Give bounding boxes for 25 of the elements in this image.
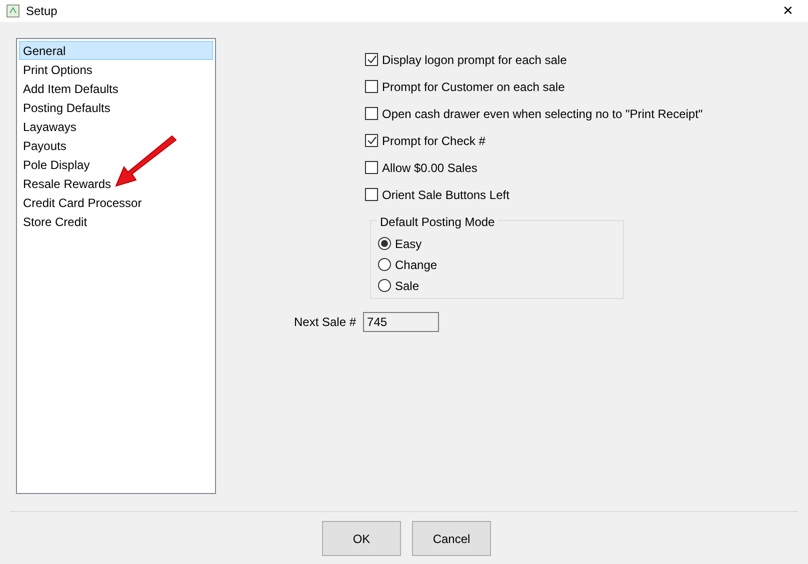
list-item[interactable]: Store Credit: [19, 212, 213, 231]
list-item[interactable]: Resale Rewards: [19, 174, 213, 193]
list-item[interactable]: Credit Card Processor: [19, 193, 213, 212]
list-item[interactable]: Print Options: [19, 60, 213, 79]
list-item[interactable]: Pole Display: [19, 155, 213, 174]
radio-label: Change: [395, 256, 438, 274]
checkbox-label: Display logon prompt for each sale: [382, 52, 567, 68]
checkbox-label: Prompt for Customer on each sale: [382, 78, 565, 96]
list-item[interactable]: General: [19, 41, 213, 60]
cancel-button[interactable]: Cancel: [412, 521, 491, 556]
checkbox-label: Prompt for Check #: [382, 132, 486, 150]
list-item[interactable]: Payouts: [19, 136, 213, 155]
ok-button[interactable]: OK: [322, 521, 401, 556]
list-item[interactable]: Layaways: [19, 117, 213, 136]
radio-label: Easy: [395, 236, 422, 252]
close-button[interactable]: ✕: [768, 1, 808, 21]
next-sale-label: Next Sale #: [294, 314, 356, 331]
list-item[interactable]: Posting Defaults: [19, 98, 213, 117]
next-sale-field[interactable]: 745: [363, 312, 440, 332]
window-title: Setup: [26, 3, 58, 20]
list-item[interactable]: Add Item Defaults: [19, 79, 213, 98]
checkbox-label: Allow $0.00 Sales: [382, 160, 478, 176]
radio-label: Sale: [395, 278, 420, 294]
checkbox-label: Orient Sale Buttons Left: [382, 186, 510, 204]
checkbox-label: Open cash drawer even when selecting no to "Print Receipt": [382, 106, 703, 122]
